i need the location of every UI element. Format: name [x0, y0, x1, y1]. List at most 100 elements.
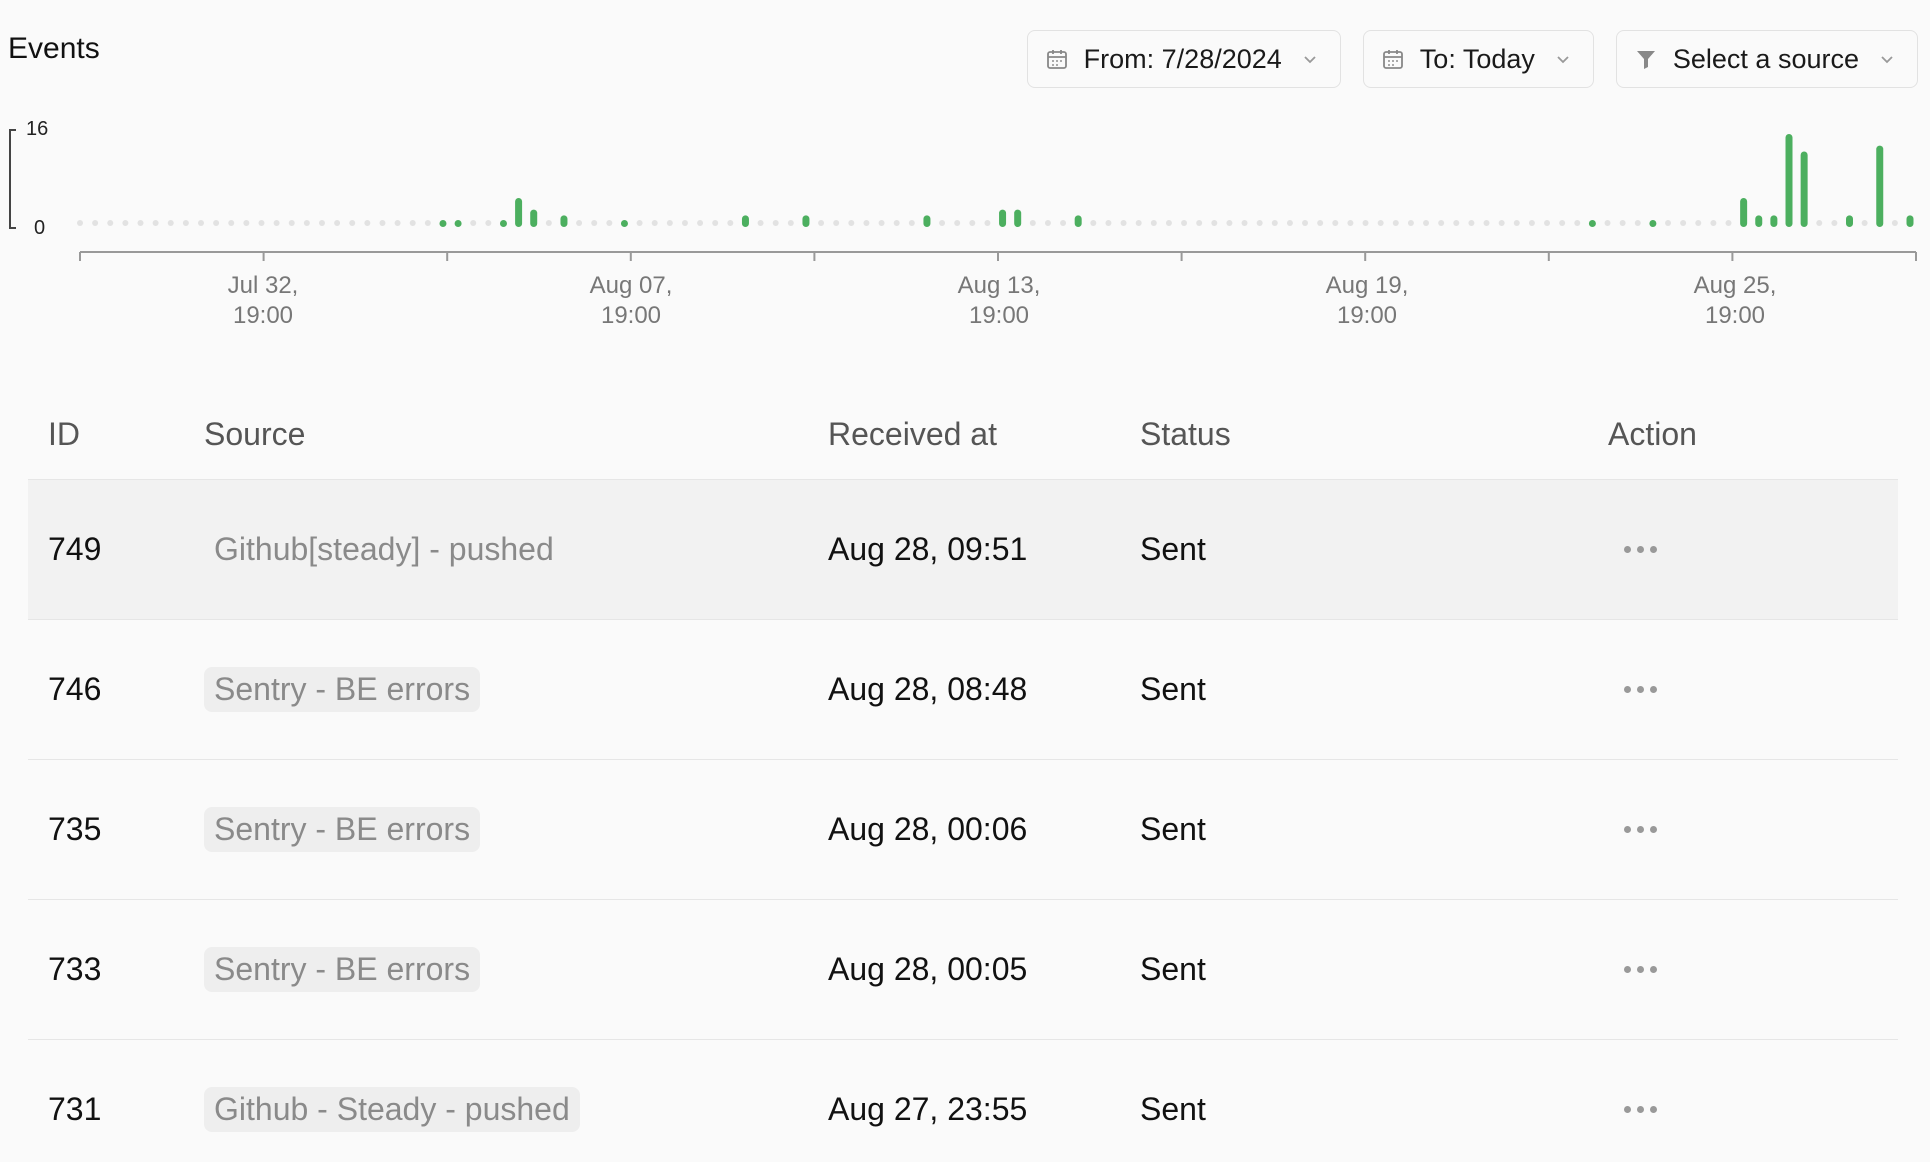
chevron-down-icon [1879, 51, 1895, 67]
empty-point [606, 220, 613, 226]
event-id: 749 [48, 531, 102, 567]
table-row[interactable]: 749 Github[steady] - pushed Aug 28, 09:5… [28, 480, 1898, 620]
source-chip: Sentry - BE errors [204, 667, 481, 712]
empty-point [1468, 220, 1475, 226]
empty-point [1271, 220, 1278, 226]
empty-point [77, 220, 83, 226]
more-actions-icon[interactable] [1608, 818, 1673, 841]
status-text: Sent [1140, 671, 1206, 707]
empty-point [833, 220, 840, 226]
more-actions-icon[interactable] [1608, 538, 1673, 561]
empty-point [1407, 220, 1414, 226]
x-tick-label: Aug 19, [1326, 272, 1409, 299]
event-bar [439, 220, 447, 227]
table-row[interactable]: 746 Sentry - BE errors Aug 28, 08:48 Sen… [28, 620, 1898, 760]
event-bar [802, 215, 810, 227]
column-header-status[interactable]: Status [1140, 416, 1608, 453]
empty-point [1392, 220, 1399, 226]
empty-point [757, 220, 764, 226]
event-id: 733 [48, 951, 102, 987]
empty-point [334, 220, 341, 226]
empty-point [1317, 220, 1324, 226]
events-page: Events From: 7/28/2024 To: Today Select … [0, 0, 1930, 1162]
empty-point [1302, 220, 1309, 226]
empty-point [1861, 220, 1868, 226]
empty-point [303, 220, 310, 226]
date-to-label: To: Today [1419, 43, 1535, 74]
source-select[interactable]: Select a source [1615, 30, 1918, 88]
empty-point [1347, 220, 1354, 226]
empty-point [1438, 220, 1445, 226]
empty-point [1816, 220, 1823, 226]
empty-point [167, 220, 174, 226]
date-from-label: From: 7/28/2024 [1083, 43, 1282, 74]
y-max-label: 16 [26, 118, 48, 140]
empty-point [107, 220, 114, 226]
received-at: Aug 28, 00:05 [828, 951, 1028, 987]
empty-point [258, 220, 265, 226]
empty-point [1831, 220, 1838, 226]
empty-point [1165, 220, 1172, 226]
table-row[interactable]: 733 Sentry - BE errors Aug 28, 00:05 Sen… [28, 900, 1898, 1040]
empty-point [878, 220, 885, 226]
table-row[interactable]: 735 Sentry - BE errors Aug 28, 00:06 Sen… [28, 760, 1898, 900]
events-table: ID Source Received at Status Action 749 … [28, 390, 1898, 1162]
empty-point [1559, 220, 1566, 226]
event-bar [1876, 145, 1884, 227]
empty-point [636, 220, 643, 226]
empty-point [1377, 220, 1384, 226]
status-text: Sent [1140, 1091, 1206, 1127]
more-actions-icon[interactable] [1608, 678, 1673, 701]
event-bar [1740, 197, 1748, 227]
event-bar [454, 220, 462, 227]
empty-point [1060, 220, 1067, 226]
table-row[interactable]: 731 Github - Steady - pushed Aug 27, 23:… [28, 1040, 1898, 1162]
empty-point [576, 220, 583, 226]
date-from-picker[interactable]: From: 7/28/2024 [1026, 30, 1341, 88]
empty-point [863, 220, 870, 226]
empty-point [1498, 220, 1505, 226]
calendar-icon [1046, 48, 1068, 70]
calendar-icon [1382, 48, 1404, 70]
event-bar [1014, 209, 1022, 227]
date-to-picker[interactable]: To: Today [1362, 30, 1594, 88]
empty-point [1362, 220, 1369, 226]
more-actions-icon[interactable] [1608, 1098, 1673, 1121]
table-header: ID Source Received at Status Action [28, 390, 1898, 480]
event-bar [1770, 215, 1778, 227]
y-min-label: 0 [34, 217, 45, 239]
received-at: Aug 28, 09:51 [828, 531, 1028, 567]
x-tick-label: 19:00 [233, 302, 293, 329]
chevron-down-icon [1302, 51, 1318, 67]
empty-point [182, 220, 189, 226]
empty-point [197, 220, 204, 226]
empty-point [122, 220, 129, 226]
empty-point [954, 220, 961, 226]
empty-point [470, 220, 477, 226]
more-actions-icon[interactable] [1608, 958, 1673, 981]
empty-point [318, 220, 325, 226]
column-header-source[interactable]: Source [204, 416, 828, 453]
x-tick-label: 19:00 [969, 302, 1029, 329]
source-chip: Sentry - BE errors [204, 807, 481, 852]
event-bar [999, 209, 1007, 227]
empty-point [1135, 220, 1142, 226]
column-header-received[interactable]: Received at [828, 416, 1140, 453]
empty-point [1665, 220, 1672, 226]
empty-point [939, 220, 946, 226]
column-header-id[interactable]: ID [28, 416, 204, 453]
empty-point [697, 220, 704, 226]
received-at: Aug 27, 23:55 [828, 1091, 1028, 1127]
empty-point [1090, 220, 1097, 226]
event-bar [1755, 215, 1763, 227]
empty-point [1211, 220, 1218, 226]
source-chip: Github - Steady - pushed [204, 1087, 580, 1132]
empty-point [213, 220, 220, 226]
empty-point [1256, 220, 1263, 226]
empty-point [1483, 220, 1490, 226]
empty-point [1680, 220, 1687, 226]
x-tick-label: 19:00 [1705, 302, 1765, 329]
event-bar [741, 215, 749, 227]
received-at: Aug 28, 00:06 [828, 811, 1028, 847]
empty-point [1226, 220, 1233, 226]
